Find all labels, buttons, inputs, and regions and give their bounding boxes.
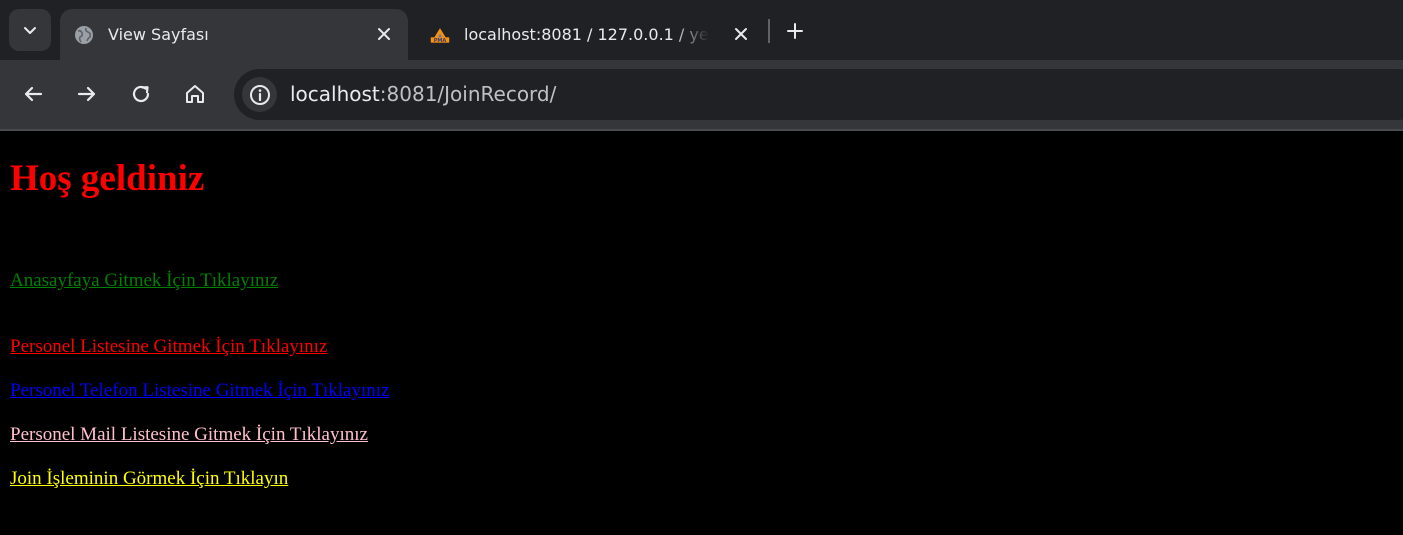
page-heading: Hoş geldiniz: [10, 158, 205, 199]
url-host: localhost: [290, 82, 380, 106]
personel-telefon-list-link[interactable]: Personel Telefon Listesine Gitmek İçin T…: [10, 380, 389, 402]
info-icon: [249, 84, 270, 105]
arrow-right-icon: [77, 86, 96, 102]
close-tab-icon[interactable]: [371, 21, 397, 47]
browser-chrome: View Sayfası PMA localhost:8081 / 127.0.…: [0, 0, 1403, 131]
home-link[interactable]: Anasayfaya Gitmek İçin Tıklayınız: [10, 270, 278, 292]
address-bar[interactable]: localhost:8081/JoinRecord/: [234, 69, 1403, 120]
plus-icon: [787, 23, 803, 39]
svg-text:PMA: PMA: [434, 37, 447, 43]
personel-mail-list-link[interactable]: Personel Mail Listesine Gitmek İçin Tıkl…: [10, 424, 368, 446]
close-tab-icon[interactable]: [728, 21, 754, 47]
tab-search-button[interactable]: [9, 9, 51, 51]
site-info-button[interactable]: [242, 77, 277, 112]
tab-title: View Sayfası: [108, 25, 209, 44]
home-button[interactable]: [178, 77, 212, 111]
join-record-link[interactable]: Join İşleminin Görmek İçin Tıklayın: [10, 468, 288, 490]
back-button[interactable]: [16, 77, 50, 111]
chevron-down-icon: [24, 27, 36, 34]
home-icon: [186, 85, 204, 103]
globe-icon: [74, 25, 94, 45]
phpmyadmin-icon: PMA: [430, 25, 450, 45]
tab-title: localhost:8081 / 127.0.0.1 / yeni: [464, 25, 709, 44]
tab-view-sayfasi[interactable]: View Sayfası: [60, 9, 408, 60]
tab-phpmyadmin[interactable]: PMA localhost:8081 / 127.0.0.1 / yeni: [416, 9, 764, 60]
forward-button[interactable]: [70, 77, 104, 111]
tab-strip: View Sayfası PMA localhost:8081 / 127.0.…: [0, 0, 1403, 60]
personel-list-link[interactable]: Personel Listesine Gitmek İçin Tıklayını…: [10, 336, 327, 358]
arrow-left-icon: [24, 86, 43, 102]
url-path: :8081/JoinRecord/: [379, 82, 557, 106]
tab-divider: [768, 19, 770, 43]
url-text[interactable]: localhost:8081/JoinRecord/: [290, 82, 556, 106]
browser-toolbar: localhost:8081/JoinRecord/: [0, 60, 1403, 129]
page-content: Hoş geldiniz Anasayfaya Gitmek İçin Tıkl…: [0, 131, 1403, 535]
new-tab-button[interactable]: [781, 17, 809, 45]
reload-button[interactable]: [124, 77, 158, 111]
reload-icon: [132, 85, 150, 103]
